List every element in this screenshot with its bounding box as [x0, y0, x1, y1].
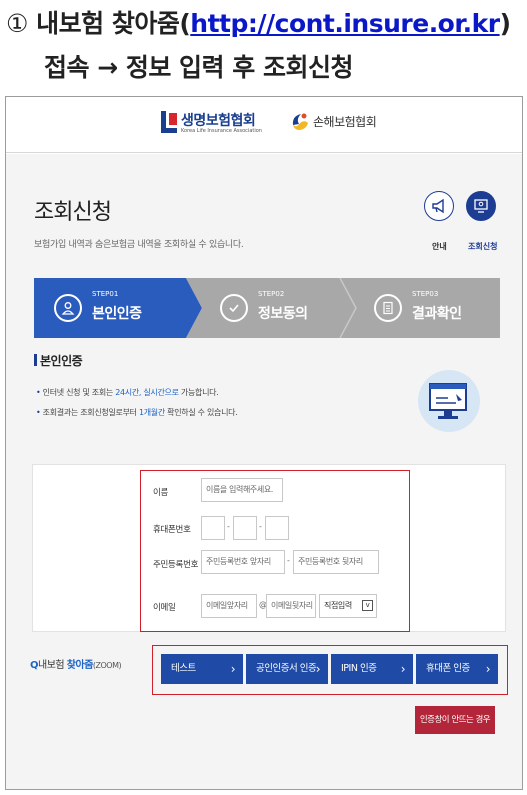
rrn-front-input[interactable]: 주민등록번호 앞자리 — [201, 550, 285, 574]
email-back-input[interactable]: 이메일뒷자리 — [266, 594, 316, 618]
cert-auth-button[interactable]: 공인인증서 인증 › — [246, 654, 328, 684]
chevron-right-icon: › — [315, 662, 321, 676]
step-3-number: STEP03 — [412, 290, 439, 298]
email-domain-select[interactable]: 직접입력 v — [319, 594, 377, 618]
test-auth-button[interactable]: 테스트 › — [161, 654, 243, 684]
caption-line-2: 접속 → 정보 입력 후 조회신청 — [44, 53, 353, 82]
step-number: ① — [6, 9, 28, 38]
web-screenshot: 생명보험협회 Korea Life Insurance Association … — [5, 96, 523, 790]
email-domain-value: 직접입력 — [324, 601, 352, 610]
life-insurance-sub: Korea Life Insurance Association — [181, 128, 262, 134]
life-insurance-mark-icon — [161, 111, 177, 133]
step-1-number: STEP01 — [92, 290, 119, 298]
caption-paren: ) — [499, 9, 511, 38]
test-auth-label: 테스트 — [171, 663, 196, 674]
phone-auth-button[interactable]: 휴대폰 인증 › — [416, 654, 498, 684]
zoom-brand: Q내보험 찾아줌(ZOOM) — [30, 656, 122, 671]
phone-sep-2: - — [259, 522, 262, 531]
rrn-sep: - — [287, 556, 290, 565]
document-icon — [374, 294, 402, 322]
chevron-right-icon: › — [230, 662, 236, 676]
phone-label: 휴대폰번호 — [153, 525, 191, 535]
name-label: 이름 — [153, 488, 169, 498]
section-title: 본인인증 — [34, 352, 83, 369]
notice-2-post: 확인하실 수 있습니다. — [164, 408, 238, 417]
guide-button[interactable] — [424, 191, 454, 221]
notice-2-pre: 조회결과는 조회신청일로부터 — [42, 408, 139, 417]
slide-caption: ① 내보험 찾아줌(http://cont.insure.or.kr) 접속 →… — [0, 0, 527, 92]
phone-auth-label: 휴대폰 인증 — [426, 663, 470, 674]
life-insurance-name: 생명보험협회 — [181, 113, 256, 129]
chevron-down-icon: v — [362, 600, 373, 611]
content-area: 조회신청 보험가입 내역과 숨은보험금 내역을 조회하실 수 있습니다. 안내 … — [6, 154, 522, 789]
notice-1-post: 가능합니다. — [178, 388, 219, 397]
step-progress: STEP01 본인인증 STEP02 정보동의 STEP03 결과확인 — [34, 278, 500, 338]
email-front-input[interactable]: 이메일앞자리 — [201, 594, 257, 618]
zoom-emphasis: 찾아줌 — [66, 660, 94, 671]
step-2-name: 정보동의 — [258, 306, 308, 322]
monitor-illustration-icon — [418, 370, 480, 432]
section-bar — [34, 354, 37, 366]
nonlife-insurance-mark-icon — [290, 111, 310, 133]
rrn-label: 주민등록번호 — [153, 560, 199, 570]
ipin-auth-label: IPIN 인증 — [341, 663, 377, 674]
phone-input-1[interactable] — [201, 516, 225, 540]
caption-title: 내보험 찾아줌( — [27, 9, 191, 38]
guide-label: 안내 — [432, 242, 447, 251]
search-icon: Q — [30, 660, 39, 671]
section-title-text: 본인인증 — [40, 354, 83, 368]
phone-sep-1: - — [227, 522, 230, 531]
email-label: 이메일 — [153, 603, 176, 613]
ipin-auth-button[interactable]: IPIN 인증 › — [331, 654, 413, 684]
step-2-number: STEP02 — [258, 290, 285, 298]
chevron-right-icon: › — [400, 662, 406, 676]
person-icon — [54, 294, 82, 322]
notice-1-highlight: 24시간, 실시간으로 — [115, 388, 179, 397]
page-subtitle: 보험가입 내역과 숨은보험금 내역을 조회하실 수 있습니다. — [34, 240, 244, 250]
chevron-right-icon: › — [485, 662, 491, 676]
step-3-name: 결과확인 — [412, 306, 462, 322]
name-input[interactable]: 이름을 입력해주세요. — [201, 478, 283, 502]
rrn-back-input[interactable]: 주민등록번호 뒷자리 — [293, 550, 379, 574]
cert-window-help-button[interactable]: 인증창이 안뜨는 경우 — [415, 706, 495, 734]
caption-line-1: ① 내보험 찾아줌(http://cont.insure.or.kr) — [6, 4, 511, 40]
lookup-label: 조회신청 — [468, 242, 498, 251]
logo-bar: 생명보험협회 Korea Life Insurance Association … — [6, 97, 522, 153]
zoom-suffix: (ZOOM) — [92, 661, 122, 670]
notice-1: • 인터넷 신청 및 조회는 24시간, 실시간으로 가능합니다. — [36, 388, 219, 397]
megaphone-icon — [432, 198, 444, 214]
cert-auth-label: 공인인증서 인증 — [256, 663, 317, 674]
notice-2: • 조회결과는 조회신청일로부터 1개월간 확인하실 수 있습니다. — [36, 408, 238, 417]
site-url[interactable]: http://cont.insure.or.kr — [190, 9, 500, 38]
lookup-button[interactable] — [466, 191, 496, 221]
notice-1-pre: 인터넷 신청 및 조회는 — [42, 388, 116, 397]
step-1-name: 본인인증 — [92, 306, 142, 322]
phone-input-2[interactable] — [233, 516, 257, 540]
nonlife-insurance-name: 손해보험협회 — [313, 115, 377, 129]
zoom-prefix: 내보험 — [38, 660, 67, 671]
notice-2-highlight: 1개월간 — [138, 408, 165, 417]
page-title: 조회신청 — [34, 200, 112, 225]
check-circle-icon — [220, 294, 248, 322]
monitor-icon — [474, 199, 488, 213]
phone-input-3[interactable] — [265, 516, 289, 540]
